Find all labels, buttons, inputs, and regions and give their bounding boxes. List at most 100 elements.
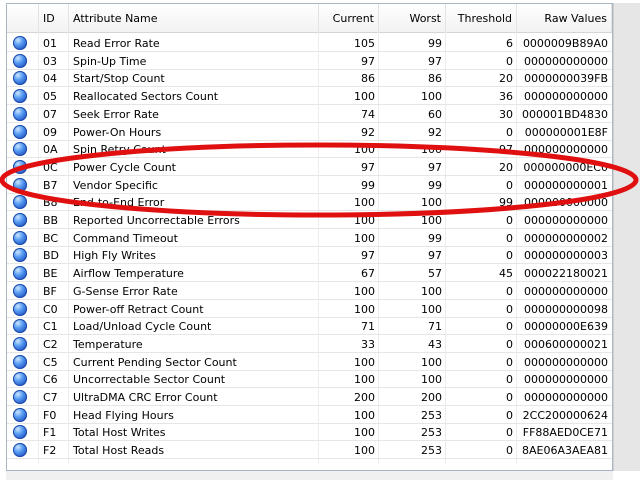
smart-attributes-table: ID Attribute Name Current Worst Threshol… — [6, 3, 613, 471]
table-row[interactable]: 04 Start/Stop Count 86 86 20 0000000039FB — [7, 70, 612, 88]
status-orb-icon — [13, 283, 27, 298]
name-cell: Total Host Writes — [73, 426, 166, 440]
status-orb-icon — [13, 319, 27, 334]
table-row[interactable]: BB Reported Uncorrectable Errors 100 100 0 00… — [7, 212, 612, 229]
table-row[interactable]: 0C Power Cycle Count 97 97 20 000000000EC0 — [7, 159, 612, 176]
worst-cell: 43 — [428, 337, 442, 351]
vertical-scrollbar[interactable] — [613, 3, 640, 471]
status-orb-icon — [13, 301, 27, 316]
threshold-cell: 0 — [506, 125, 513, 139]
name-cell: Spin Retry Count — [73, 143, 166, 157]
name-cell: Reallocated Sectors Count — [73, 90, 219, 104]
table-row[interactable]: F1 Total Host Writes 100 253 0 FF88AED0CE71 — [7, 424, 612, 442]
current-cell: 67 — [361, 267, 375, 281]
current-column-header[interactable]: Current — [319, 4, 379, 32]
threshold-cell: 0 — [506, 54, 513, 68]
raw-cell: 000000000000 — [524, 355, 608, 369]
table-row[interactable]: C2 Temperature 33 43 0 000600000021 — [7, 336, 612, 353]
table-row[interactable]: C5 Current Pending Sector Count 100 100 0 000… — [7, 354, 612, 371]
current-cell: 97 — [361, 160, 375, 174]
threshold-column-header[interactable]: Threshold — [446, 4, 517, 32]
table-row[interactable]: BD High Fly Writes 97 97 0 000000000003 — [7, 247, 612, 265]
id-cell: 04 — [43, 72, 57, 86]
table-row[interactable]: C6 Uncorrectable Sector Count 100 100 0 00000… — [7, 371, 612, 389]
table-row[interactable]: BC Command Timeout 100 99 0 000000000002 — [7, 230, 612, 247]
name-cell: Seek Error Rate — [73, 107, 159, 121]
worst-cell: 92 — [428, 125, 442, 139]
status-column-header[interactable] — [7, 4, 39, 32]
raw-values-column-header[interactable]: Raw Values — [517, 4, 612, 32]
raw-cell: 000000000001 — [524, 178, 608, 192]
status-orb-icon — [13, 177, 27, 192]
current-cell: 100 — [354, 408, 375, 422]
table-row[interactable]: 07 Seek Error Rate 74 60 30 000001BD4830 — [7, 106, 612, 123]
status-orb-icon — [13, 53, 27, 68]
raw-cell: 000001BD4830 — [521, 107, 608, 121]
table-row[interactable]: F0 Head Flying Hours 100 253 0 2CC200000624 — [7, 407, 612, 424]
name-cell: Load/Unload Cycle Count — [73, 320, 212, 334]
table-row[interactable]: 01 Read Error Rate 105 99 6 0000009B89A0 — [7, 35, 612, 52]
raw-cell: 000000000000 — [524, 373, 608, 387]
id-cell: 03 — [43, 54, 57, 68]
id-cell: F2 — [43, 444, 57, 458]
current-cell: 100 — [354, 214, 375, 227]
name-cell: Head Flying Hours — [73, 408, 174, 422]
table-row[interactable]: C7 UltraDMA CRC Error Count 200 200 0 0000000… — [7, 389, 612, 406]
threshold-cell: 20 — [499, 72, 513, 86]
threshold-cell: 0 — [506, 426, 513, 440]
table-row[interactable]: 05 Reallocated Sectors Count 100 100 36 00000… — [7, 88, 612, 106]
current-cell: 100 — [354, 355, 375, 369]
table-row[interactable]: B8 End-to-End Error 100 100 99 000000000000 — [7, 194, 612, 212]
worst-cell: 253 — [421, 444, 442, 458]
table-row[interactable]: 0A Spin Retry Count 100 100 97 000000000000 — [7, 141, 612, 159]
raw-cell: 000022180021 — [524, 267, 608, 281]
table-row[interactable]: C1 Load/Unload Cycle Count 71 71 0 00000000E6… — [7, 318, 612, 336]
worst-cell: 97 — [428, 54, 442, 68]
table-row[interactable]: B7 Vendor Specific 99 99 0 000000000001 — [7, 177, 612, 194]
worst-cell: 100 — [421, 90, 442, 104]
table-row[interactable]: BE Airflow Temperature 67 57 45 000022180021 — [7, 265, 612, 283]
threshold-cell: 0 — [506, 284, 513, 298]
threshold-cell: 36 — [499, 90, 513, 104]
worst-cell: 100 — [421, 284, 442, 298]
worst-column-header[interactable]: Worst — [379, 4, 446, 32]
name-cell: G-Sense Error Rate — [73, 284, 178, 298]
name-cell: Spin-Up Time — [73, 54, 147, 68]
threshold-cell: 6 — [506, 37, 513, 50]
threshold-cell: 0 — [506, 320, 513, 334]
threshold-cell: 0 — [506, 249, 513, 263]
table-row[interactable]: 09 Power-On Hours 92 92 0 000000001E8F — [7, 124, 612, 141]
name-cell: Uncorrectable Sector Count — [73, 373, 226, 387]
current-cell: 100 — [354, 143, 375, 157]
current-cell: 99 — [361, 178, 375, 192]
id-cell: 0C — [43, 160, 58, 174]
id-cell: 07 — [43, 107, 57, 121]
table-row[interactable]: F2 Total Host Reads 100 253 0 8AE06A3AEA81 — [7, 442, 612, 460]
raw-cell: 00000000E639 — [524, 320, 608, 334]
table-row[interactable]: BF G-Sense Error Rate 100 100 0 000000000000 — [7, 283, 612, 300]
name-cell: High Fly Writes — [73, 249, 156, 263]
worst-cell: 97 — [428, 249, 442, 263]
status-orb-icon — [13, 195, 27, 210]
id-cell: BF — [43, 284, 57, 298]
table-row[interactable]: 03 Spin-Up Time 97 97 0 000000000000 — [7, 53, 612, 70]
raw-cell: 8AE06A3AEA81 — [522, 444, 608, 458]
current-cell: 97 — [361, 249, 375, 263]
id-cell: B8 — [43, 196, 58, 210]
worst-cell: 99 — [428, 178, 442, 192]
name-cell: Power Cycle Count — [73, 160, 176, 174]
worst-cell: 253 — [421, 408, 442, 422]
id-cell: BE — [43, 267, 58, 281]
raw-cell: 000000000000 — [524, 196, 608, 210]
status-orb-icon — [13, 248, 27, 263]
id-cell: BC — [43, 231, 59, 245]
worst-cell: 100 — [421, 373, 442, 387]
table-row[interactable]: C0 Power-off Retract Count 100 100 0 00000000… — [7, 301, 612, 318]
name-cell: Start/Stop Count — [73, 72, 165, 86]
current-cell: 100 — [354, 231, 375, 245]
id-column-header[interactable]: ID — [39, 4, 69, 32]
id-cell: C6 — [43, 373, 58, 387]
id-cell: F0 — [43, 408, 57, 422]
status-orb-icon — [13, 230, 27, 245]
attribute-name-column-header[interactable]: Attribute Name — [69, 4, 319, 32]
